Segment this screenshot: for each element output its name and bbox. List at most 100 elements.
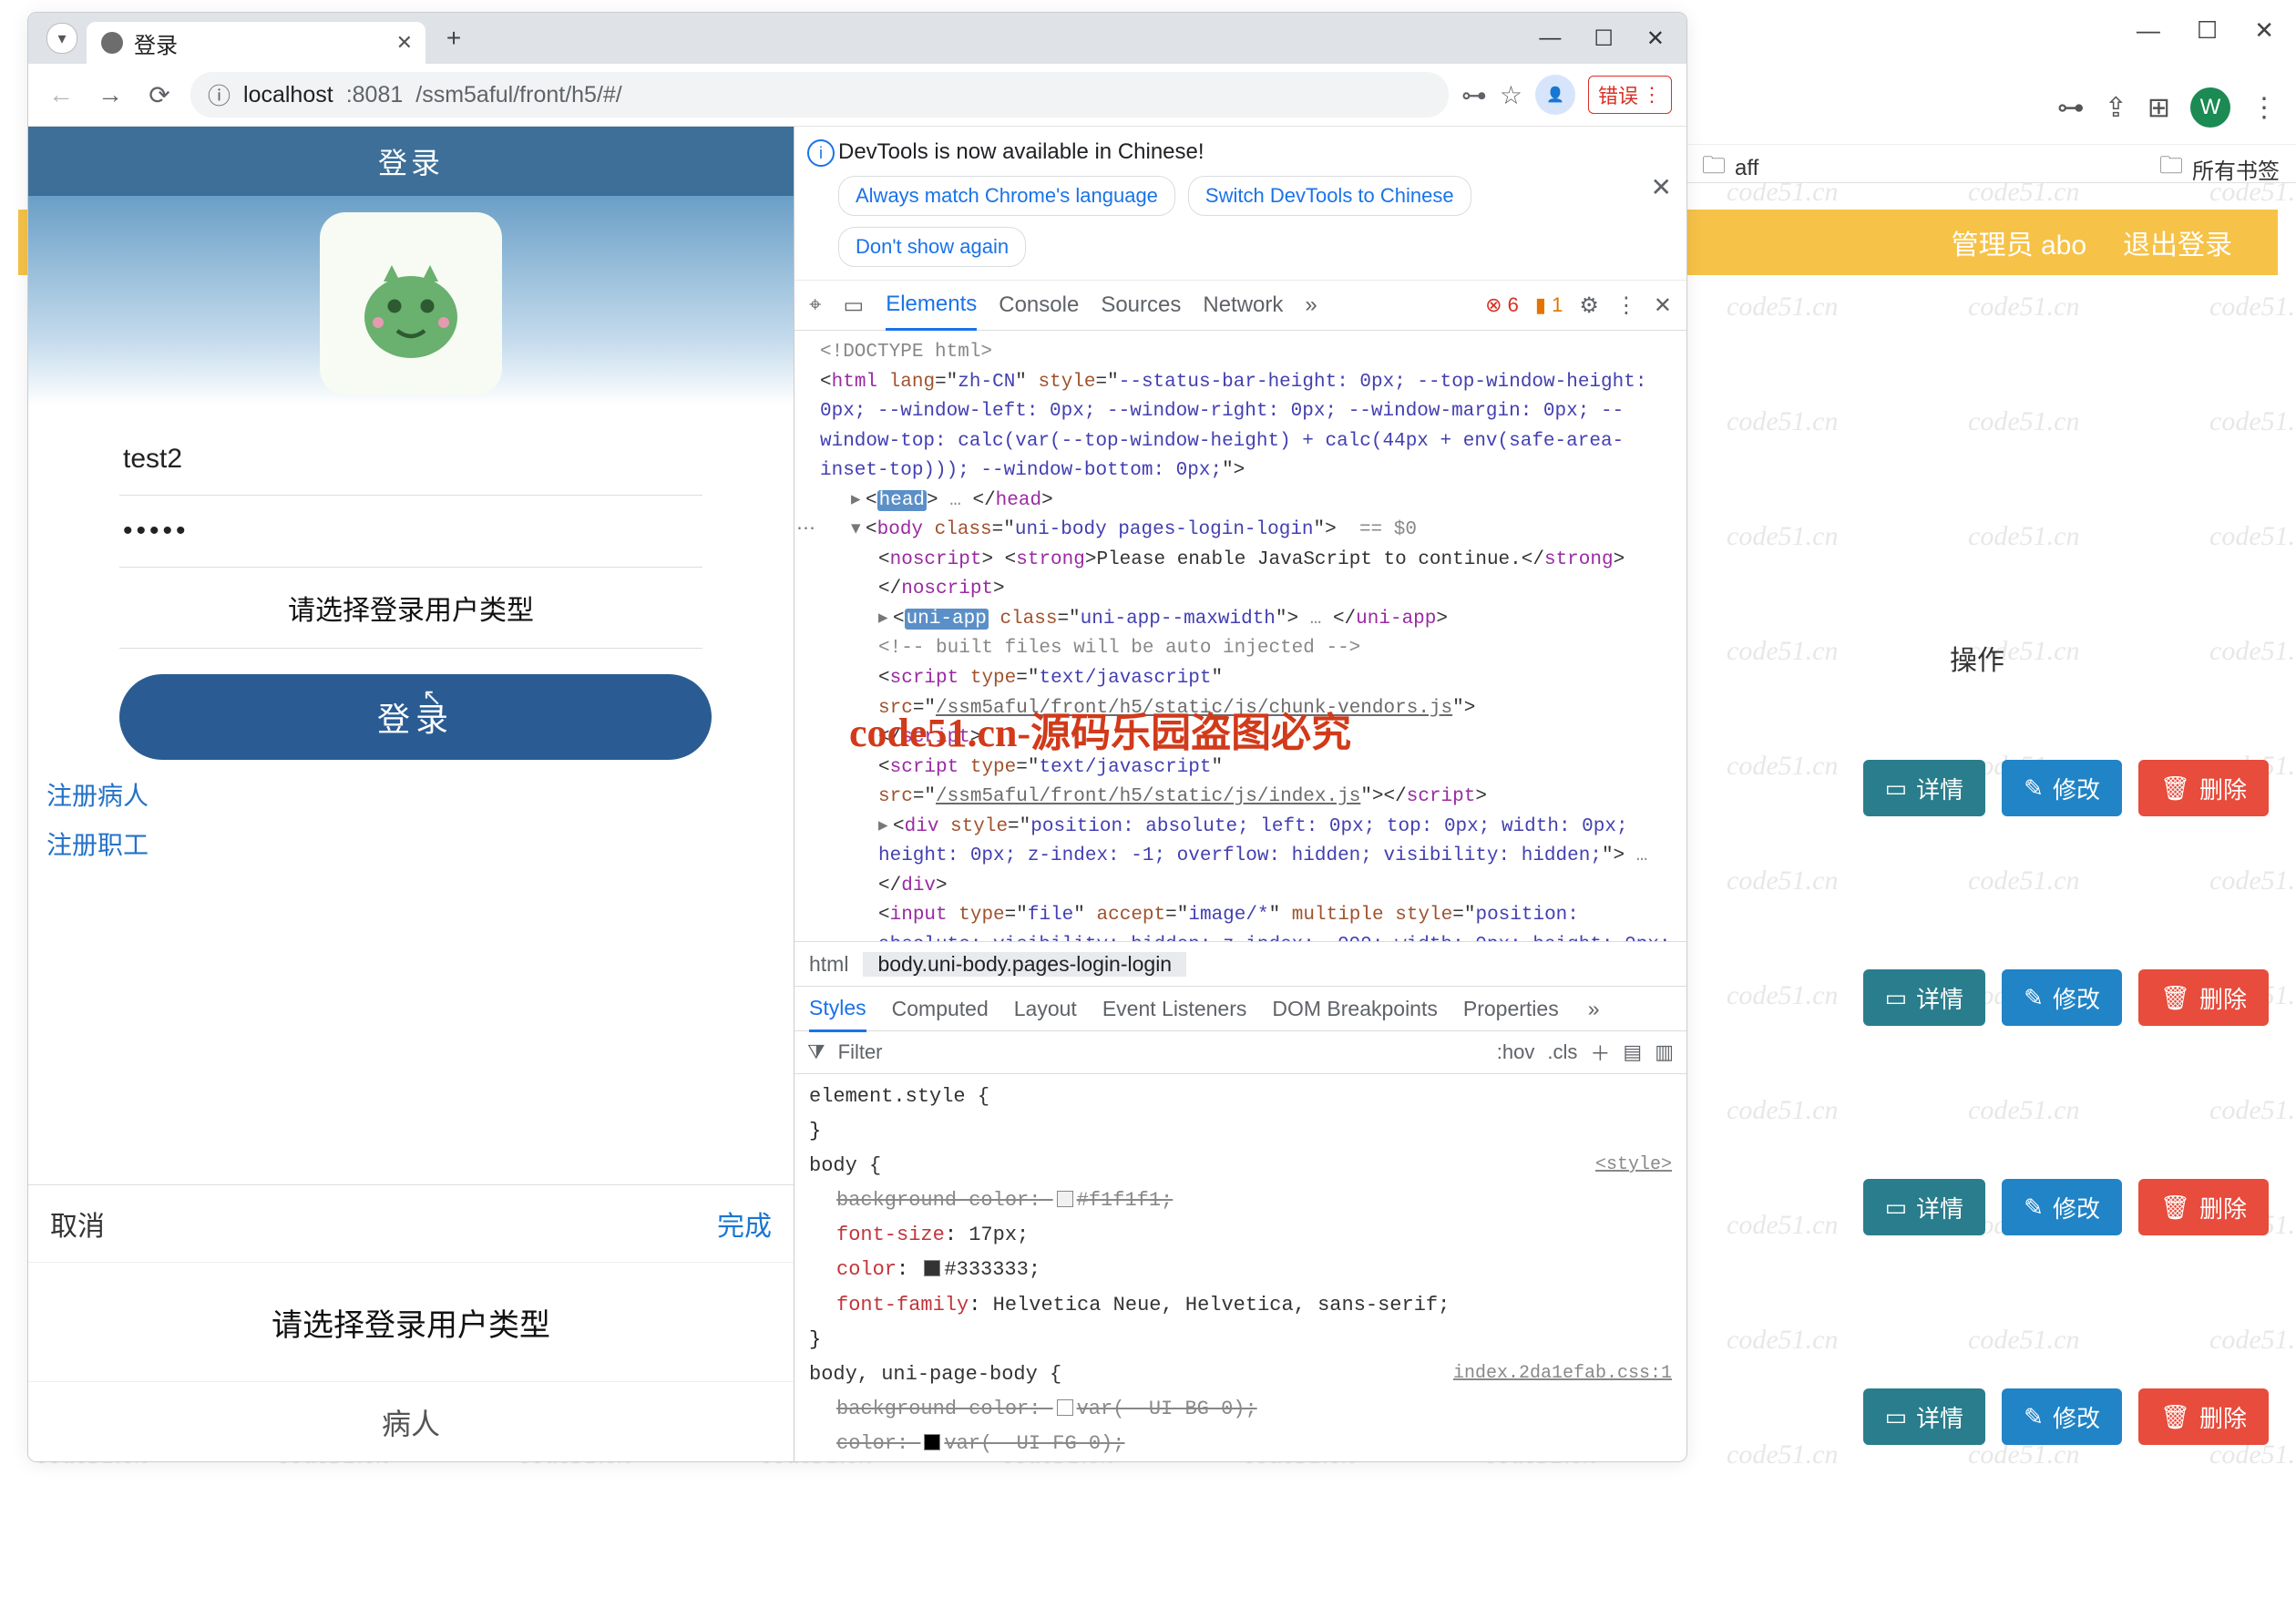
reload-button[interactable]: ⟳ xyxy=(141,80,178,110)
delete-button[interactable]: 🗑删除 xyxy=(2138,969,2269,1026)
bookmark-star-icon[interactable]: ☆ xyxy=(1500,80,1522,110)
back-button[interactable]: ← xyxy=(43,80,79,109)
close-icon[interactable]: ✕ xyxy=(1646,26,1665,52)
subtab-computed[interactable]: Computed xyxy=(892,997,989,1021)
chrome-window: ▾ 登录 ✕ + — ☐ ✕ ← → ⟳ ⓘ localhost:8081/ss… xyxy=(27,12,1687,1462)
pill-switch-chinese[interactable]: Switch DevTools to Chinese xyxy=(1188,176,1471,216)
crumb-body[interactable]: body.uni-body.pages-login-login xyxy=(863,952,1186,977)
all-bookmarks[interactable]: 🗀 所有书签 xyxy=(2159,149,2280,189)
user-type-select[interactable]: 请选择登录用户类型 xyxy=(119,568,702,649)
delete-button[interactable]: 🗑删除 xyxy=(2138,1388,2269,1445)
cls-toggle[interactable]: .cls xyxy=(1547,1040,1577,1064)
delete-button[interactable]: 🗑删除 xyxy=(2138,1179,2269,1235)
detail-button[interactable]: ▭详情 xyxy=(1863,1179,1986,1235)
bookmark-folder-label: aff xyxy=(1735,156,1758,181)
delete-button[interactable]: 🗑删除 xyxy=(2138,760,2269,816)
styles-rules[interactable]: element.style { } <style>body { backgrou… xyxy=(794,1074,1686,1462)
head-line[interactable]: ▸<head> … </head> xyxy=(804,487,1677,517)
bg-max-icon[interactable]: ☐ xyxy=(2197,16,2218,45)
divabs-line[interactable]: ▸<div style="position: absolute; left: 0… xyxy=(804,813,1677,902)
logout-link[interactable]: 退出登录 xyxy=(2123,222,2232,262)
maximize-icon[interactable]: ☐ xyxy=(1594,26,1614,52)
devtools-menu-icon[interactable]: ⋮ xyxy=(1615,292,1637,319)
background-window: — ☐ ✕ ⊶ ⇪ ⊞ W ⋮ 🗀 aff 🗀 所有书签 xyxy=(1686,0,2296,183)
devtools-tabs: ⌖ ▭ Elements Console Sources Network » ⊗… xyxy=(794,281,1686,331)
rule-source[interactable]: index.2da1efab.css:1 xyxy=(1453,1359,1672,1388)
subtab-more-icon[interactable]: » xyxy=(1588,997,1600,1021)
edit-button[interactable]: ✎修改 xyxy=(2002,1179,2122,1235)
error-count[interactable]: ⊗ 6 xyxy=(1485,293,1519,317)
tab-elements[interactable]: Elements xyxy=(886,292,977,331)
menu-icon[interactable]: ⋮ xyxy=(2250,92,2278,124)
profile-avatar[interactable]: W xyxy=(2190,87,2230,128)
username-input[interactable]: test2 xyxy=(119,424,702,496)
tab-search-button[interactable]: ▾ xyxy=(46,23,77,54)
inspect-icon[interactable]: ⌖ xyxy=(809,292,822,318)
crumb-html[interactable]: html xyxy=(794,952,863,977)
subtab-layout[interactable]: Layout xyxy=(1014,997,1077,1021)
script2-line: <script type="text/javascript" src="/ssm… xyxy=(804,753,1677,813)
edit-button-icon: ✎ xyxy=(2024,774,2044,803)
profile-button[interactable]: 👤 xyxy=(1535,75,1575,115)
breadcrumb[interactable]: html body.uni-body.pages-login-login xyxy=(794,941,1686,987)
bg-min-icon[interactable]: — xyxy=(2137,16,2160,45)
tab-sources[interactable]: Sources xyxy=(1101,292,1181,318)
password-key-icon[interactable]: ⊶ xyxy=(1461,80,1487,110)
detail-button[interactable]: ▭详情 xyxy=(1863,760,1986,816)
app-logo xyxy=(320,212,502,394)
site-info-icon[interactable]: ⓘ xyxy=(208,78,231,111)
elements-tree[interactable]: <!DOCTYPE html> <html lang="zh-CN" style… xyxy=(794,331,1686,941)
tab-console[interactable]: Console xyxy=(999,292,1079,318)
body-open-line[interactable]: ⋯▾<body class="uni-body pages-login-logi… xyxy=(804,516,1677,546)
extensions-icon[interactable]: ⊞ xyxy=(2147,92,2170,124)
subtab-styles[interactable]: Styles xyxy=(809,996,866,1032)
pill-dont-show[interactable]: Don't show again xyxy=(838,227,1026,267)
styles-pane-icon[interactable]: ▥ xyxy=(1655,1040,1674,1064)
browser-tab[interactable]: 登录 ✕ xyxy=(87,22,425,64)
key-icon[interactable]: ⊶ xyxy=(2057,92,2085,124)
share-icon[interactable]: ⇪ xyxy=(2105,92,2127,124)
devtools-close-icon[interactable]: ✕ xyxy=(1654,292,1672,319)
bg-close-icon[interactable]: ✕ xyxy=(2254,16,2274,45)
new-style-icon[interactable]: ＋ xyxy=(1590,1038,1610,1067)
url-port: :8081 xyxy=(346,82,404,108)
register-patient-link[interactable]: 注册病人 xyxy=(46,776,779,813)
tab-network[interactable]: Network xyxy=(1203,292,1283,318)
banner-close-icon[interactable]: ✕ xyxy=(1651,172,1672,202)
tab-close-icon[interactable]: ✕ xyxy=(396,31,413,55)
detail-button[interactable]: ▭详情 xyxy=(1863,1388,1986,1445)
computed-panel-icon[interactable]: ▤ xyxy=(1623,1040,1642,1064)
new-tab-button[interactable]: + xyxy=(436,21,471,56)
minimize-icon[interactable]: — xyxy=(1539,26,1561,52)
delete-button-icon: 🗑 xyxy=(2160,774,2190,803)
register-staff-link[interactable]: 注册职工 xyxy=(46,825,779,862)
warning-count[interactable]: ▮ 1 xyxy=(1535,293,1563,317)
uniapp-line[interactable]: ▸<uni-app class="uni-app--maxwidth"> … <… xyxy=(804,605,1677,635)
picker-cancel-button[interactable]: 取消 xyxy=(50,1204,105,1244)
login-button[interactable]: 登录 ↖ xyxy=(119,674,712,760)
settings-icon[interactable]: ⚙ xyxy=(1579,292,1599,319)
forward-button[interactable]: → xyxy=(92,80,128,109)
subtab-event-listeners[interactable]: Event Listeners xyxy=(1102,997,1247,1021)
picker-done-button[interactable]: 完成 xyxy=(717,1204,772,1244)
error-indicator[interactable]: 错误 ⋮ xyxy=(1588,76,1672,114)
devtools-locale-banner: i DevTools is now available in Chinese! … xyxy=(794,127,1686,281)
pill-always-match[interactable]: Always match Chrome's language xyxy=(838,176,1175,216)
more-tabs-icon[interactable]: » xyxy=(1305,292,1317,318)
bookmark-bar: 🗀 aff 🗀 所有书签 xyxy=(1686,144,2296,192)
edit-button[interactable]: ✎修改 xyxy=(2002,969,2122,1026)
rule-source[interactable]: <style> xyxy=(1595,1151,1672,1179)
password-input[interactable]: ••••• xyxy=(119,496,702,568)
filter-input[interactable]: Filter xyxy=(838,1040,883,1064)
detail-button[interactable]: ▭详情 xyxy=(1863,969,1986,1026)
url-input[interactable]: ⓘ localhost:8081/ssm5aful/front/h5/#/ xyxy=(190,72,1449,118)
bookmark-folder-aff[interactable]: 🗀 aff xyxy=(1702,149,1758,189)
edit-button[interactable]: ✎修改 xyxy=(2002,760,2122,816)
picker-option-patient[interactable]: 病人 xyxy=(28,1382,794,1462)
subtab-dom-breakpoints[interactable]: DOM Breakpoints xyxy=(1272,997,1438,1021)
device-toggle-icon[interactable]: ▭ xyxy=(844,292,865,319)
hov-toggle[interactable]: :hov xyxy=(1497,1040,1535,1064)
subtab-properties[interactable]: Properties xyxy=(1463,997,1559,1021)
devtools-panel: i DevTools is now available in Chinese! … xyxy=(794,127,1686,1462)
edit-button[interactable]: ✎修改 xyxy=(2002,1388,2122,1445)
